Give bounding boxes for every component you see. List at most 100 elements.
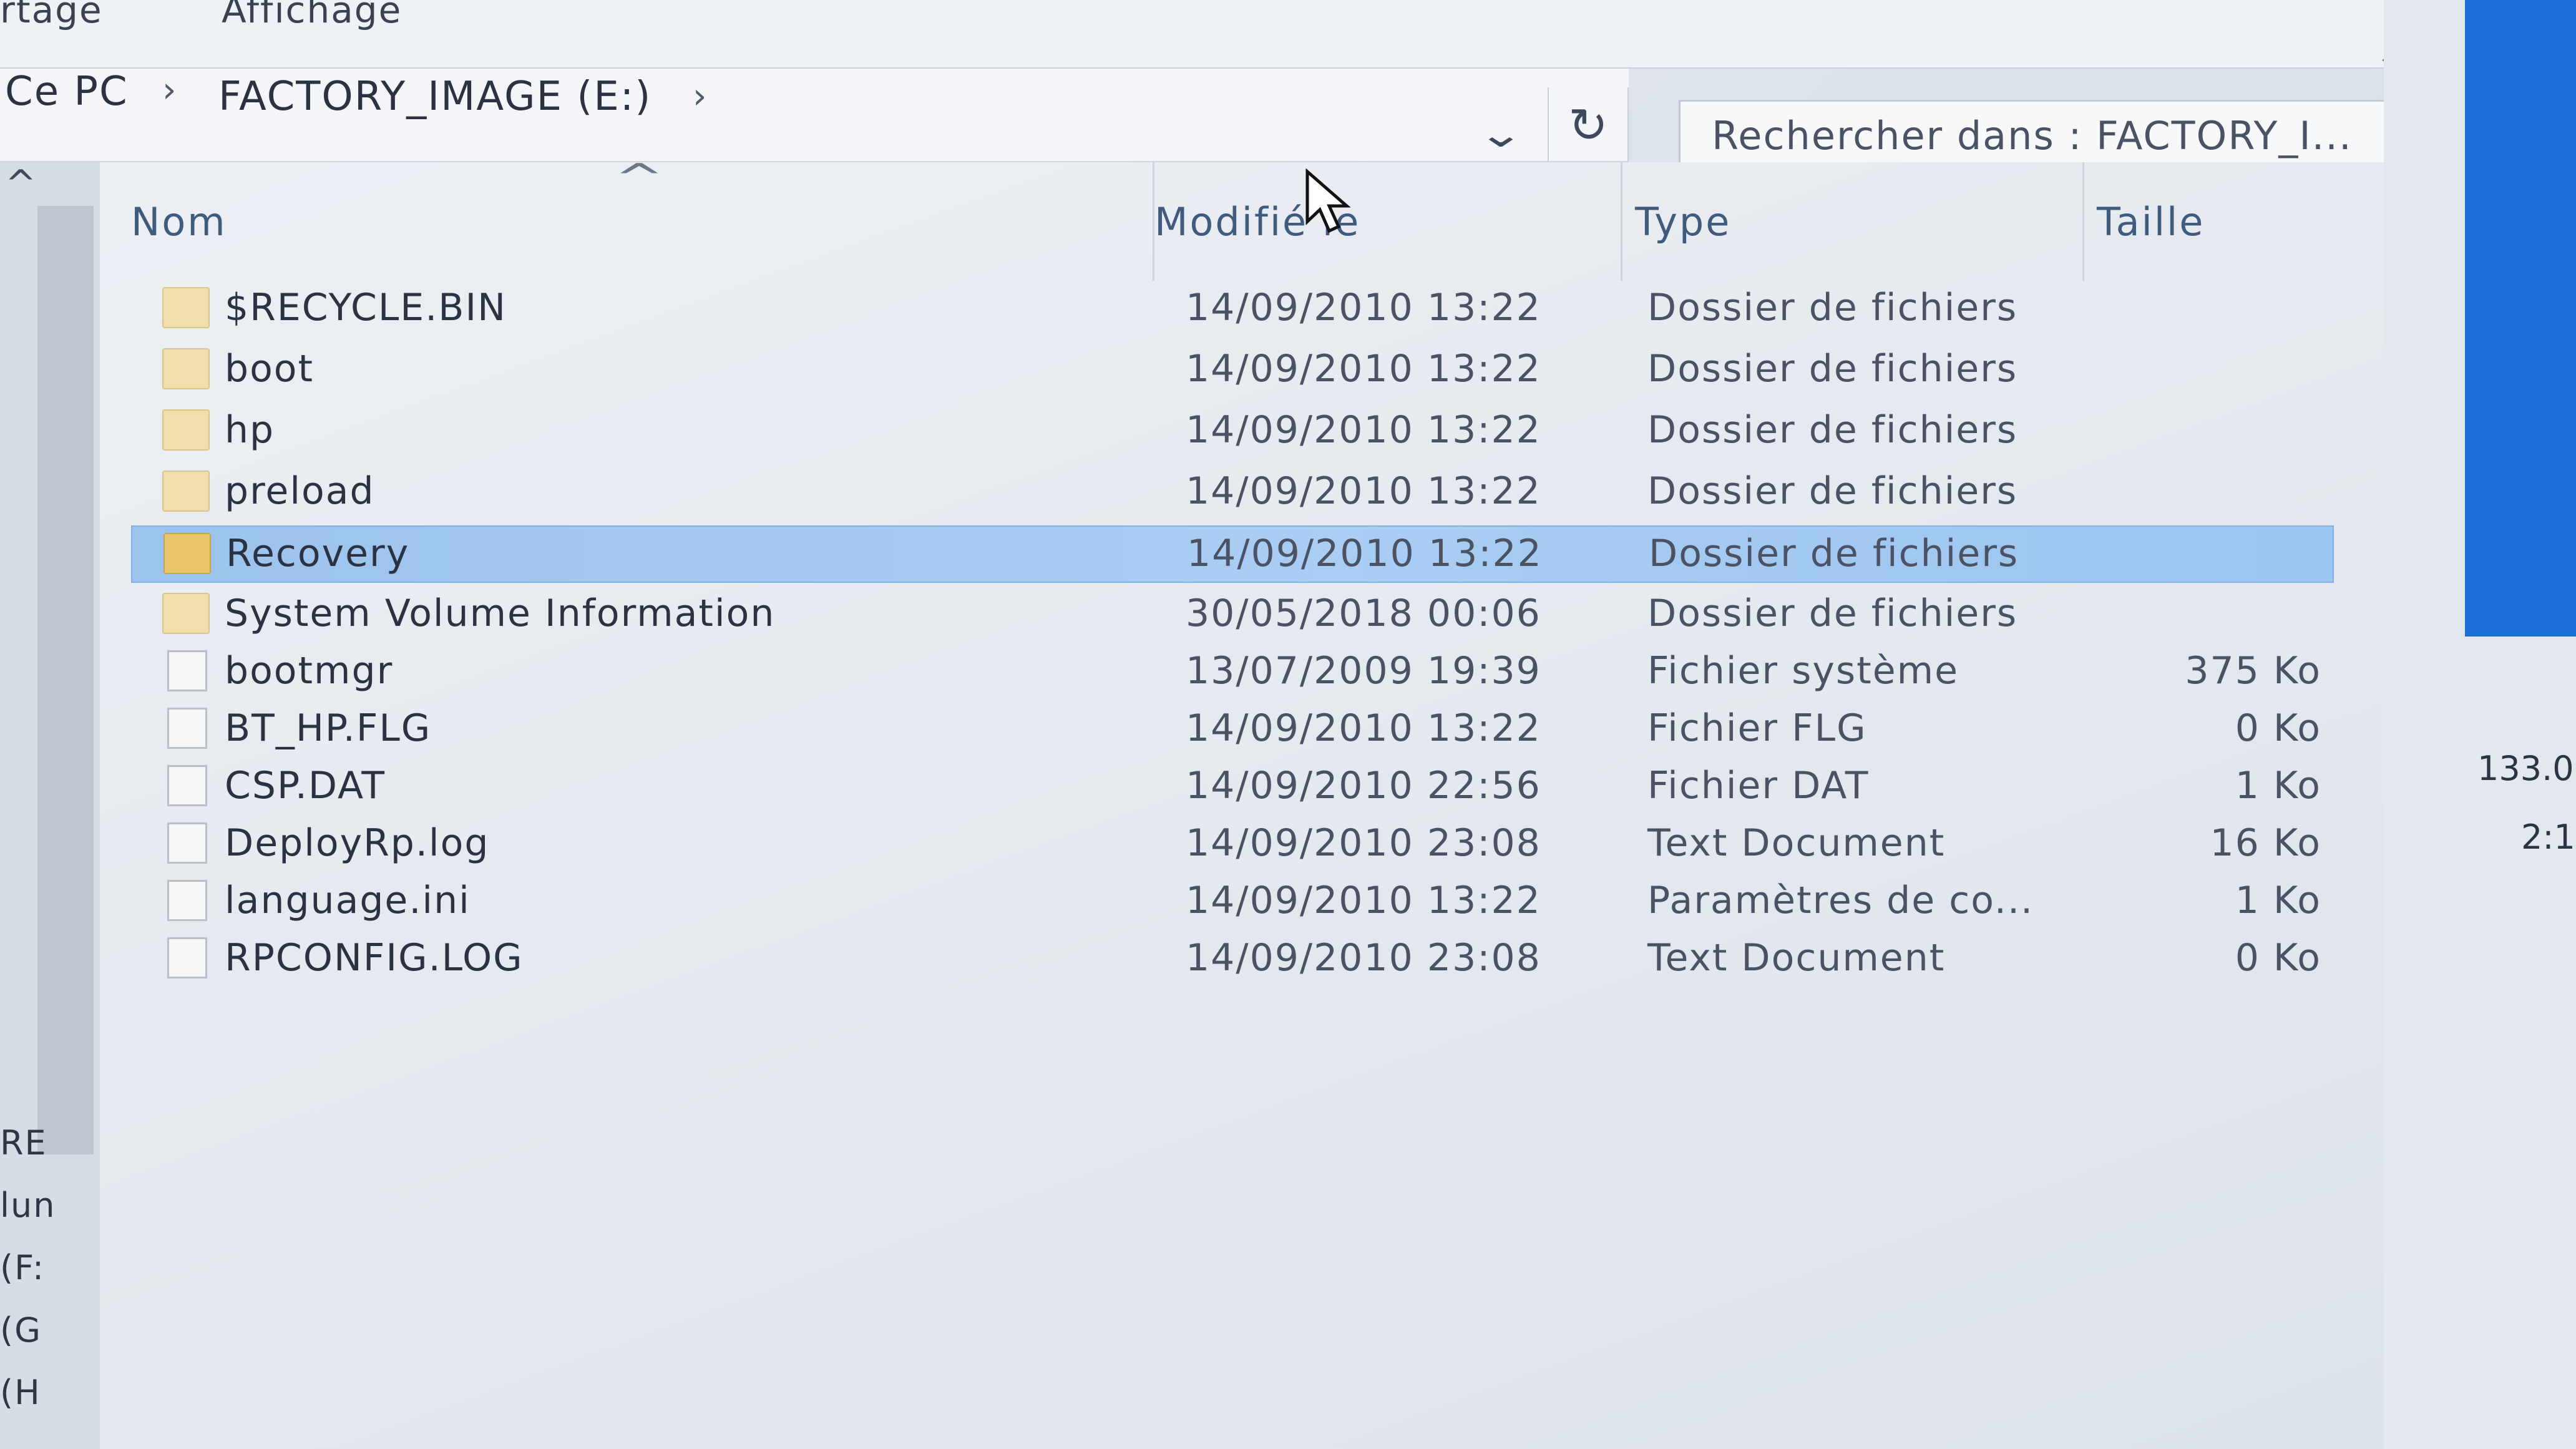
file-modified: 30/05/2018 00:06 [1186,592,1541,635]
file-name: $RECYCLE.BIN [225,286,507,329]
file-type: Dossier de fichiers [1647,592,2018,635]
folder-icon [162,287,210,328]
nav-item[interactable]: RE [0,1123,47,1163]
file-name: preload [225,469,375,513]
adjacent-value: 2:1 [2521,817,2575,857]
file-type: Dossier de fichiers [1647,408,2018,452]
file-row[interactable]: hp 14/09/2010 13:22 Dossier de fichiers [131,403,2334,461]
file-type: Text Document [1647,936,1946,980]
column-header-size-label: Taille [2097,198,2205,245]
file-type: Dossier de fichiers [1647,286,2018,329]
file-name: System Volume Information [225,592,776,635]
file-name: CSP.DAT [225,764,386,807]
file-size: 0 Ko [2235,936,2321,980]
navigation-pane: ^ RE lun (F: (G (H [0,162,100,1449]
file-size: 1 Ko [2235,764,2321,807]
file-name: boot [225,347,315,391]
file-type: Fichier FLG [1647,706,1867,750]
file-name: hp [225,408,275,452]
file-type: Fichier DAT [1647,764,1870,807]
file-name: Recovery [226,532,410,575]
file-row[interactable]: language.ini 14/09/2010 13:22 Paramètres… [131,874,2334,931]
text-file-icon [167,822,207,864]
mouse-cursor-icon [1305,168,1351,233]
file-size: 375 Ko [2185,649,2321,693]
column-header-modified[interactable]: Modifié le [1154,162,1622,281]
tab-partage[interactable]: rtage [0,0,103,31]
file-modified: 14/09/2010 13:22 [1186,408,1541,452]
file-modified: 14/09/2010 22:56 [1186,764,1541,807]
file-row[interactable]: System Volume Information 30/05/2018 00:… [131,587,2334,644]
breadcrumb-ce-pc[interactable]: Ce PC [5,69,129,115]
file-modified: 14/09/2010 13:22 [1187,532,1543,575]
file-type: Fichier système [1647,649,1959,693]
file-type: Text Document [1647,821,1946,865]
address-history-dropdown-icon[interactable]: ⌄ [1477,112,1524,156]
refresh-icon: ↻ [1568,97,1608,153]
text-file-icon [167,937,207,978]
file-type: Dossier de fichiers [1647,469,2018,513]
column-header-name-label: Nom [131,198,227,245]
column-header-type-label: Type [1635,198,1732,245]
file-row[interactable]: DeployRp.log 14/09/2010 23:08 Text Docum… [131,816,2334,874]
nav-item[interactable]: (H [0,1373,41,1412]
file-modified: 14/09/2010 13:22 [1186,706,1541,750]
file-type: Dossier de fichiers [1647,347,2018,391]
file-modified: 14/09/2010 13:22 [1186,347,1541,391]
adjacent-window-header [2465,0,2576,637]
nav-item[interactable]: (G [0,1310,42,1350]
address-bar[interactable]: Ce PC › FACTORY_IMAGE (E:) › ⌄ ↻ [0,69,1629,162]
folder-icon [162,409,210,451]
file-size: 16 Ko [2210,821,2321,865]
sort-ascending-icon: ^ [614,156,668,200]
file-row-selected[interactable]: Recovery 14/09/2010 13:22 Dossier de fic… [131,525,2334,583]
file-row[interactable]: bootmgr 13/07/2009 19:39 Fichier système… [131,644,2334,701]
refresh-button[interactable]: ↻ [1548,87,1629,162]
file-row[interactable]: CSP.DAT 14/09/2010 22:56 Fichier DAT 1 K… [131,759,2334,816]
system-file-icon [167,650,207,691]
file-modified: 14/09/2010 13:22 [1186,879,1541,922]
nav-item[interactable]: lun [0,1186,56,1225]
file-list: Nom ^ Modifié le Type Taille $RECYCLE.BI… [100,156,2409,1449]
column-header-size[interactable]: Taille [2084,162,2409,281]
breadcrumb-drive[interactable]: FACTORY_IMAGE (E:) [218,74,651,120]
folder-icon [163,533,211,574]
file-row[interactable]: $RECYCLE.BIN 14/09/2010 13:22 Dossier de… [131,281,2334,338]
file-size: 1 Ko [2235,879,2321,922]
adjacent-value: 133.0 [2477,749,2574,788]
breadcrumb-separator-icon[interactable]: › [162,70,176,110]
file-explorer-window: rtage Affichage ⌄ ? Ce PC › FACTORY_IMAG… [0,0,2576,1449]
tab-affichage[interactable]: Affichage [222,0,402,31]
folder-icon [162,348,210,389]
folder-icon [162,471,210,512]
column-header-type[interactable]: Type [1622,162,2084,281]
file-modified: 14/09/2010 13:22 [1186,286,1541,329]
file-name: BT_HP.FLG [225,706,432,750]
file-icon [167,708,207,749]
file-size: 0 Ko [2235,706,2321,750]
nav-scroll-up-icon[interactable]: ^ [5,162,36,206]
folder-icon [162,593,210,634]
nav-scrollbar[interactable] [37,206,94,1154]
search-placeholder: Rechercher dans : FACTORY_I... [1712,113,2353,159]
file-modified: 14/09/2010 23:08 [1186,936,1541,980]
file-row[interactable]: boot 14/09/2010 13:22 Dossier de fichier… [131,342,2334,399]
file-name: language.ini [225,879,471,922]
column-header-name[interactable]: Nom ^ [131,156,1154,281]
file-type: Dossier de fichiers [1649,532,2019,575]
file-row[interactable]: RPCONFIG.LOG 14/09/2010 23:08 Text Docum… [131,931,2334,988]
nav-item[interactable]: (F: [0,1248,45,1287]
file-modified: 14/09/2010 13:22 [1186,469,1541,513]
file-modified: 13/07/2009 19:39 [1186,649,1541,693]
file-name: bootmgr [225,649,394,693]
file-row[interactable]: preload 14/09/2010 13:22 Dossier de fich… [131,464,2334,522]
file-type: Paramètres de co... [1647,879,2034,922]
breadcrumb-separator-icon[interactable]: › [693,76,706,117]
ribbon: rtage Affichage ⌄ ? [0,0,2576,90]
settings-file-icon [167,880,207,921]
file-icon [167,765,207,806]
file-modified: 14/09/2010 23:08 [1186,821,1541,865]
file-row[interactable]: BT_HP.FLG 14/09/2010 13:22 Fichier FLG 0… [131,701,2334,759]
file-name: RPCONFIG.LOG [225,936,524,980]
file-name: DeployRp.log [225,821,490,865]
